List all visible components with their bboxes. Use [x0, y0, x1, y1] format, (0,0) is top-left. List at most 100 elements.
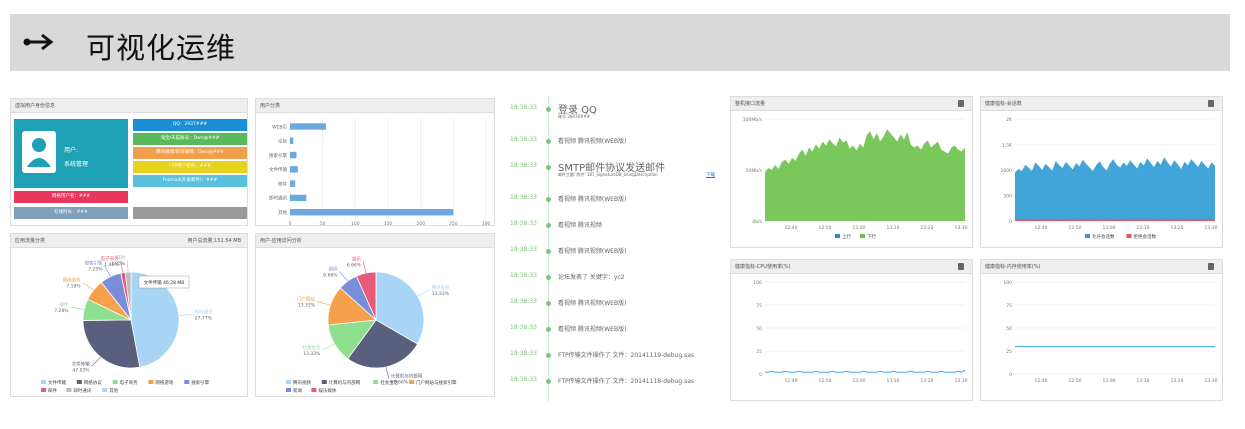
- timeline-item[interactable]: 18:38:33 FTP传输文件操作了 文件：20141118-debug.sas: [508, 372, 718, 392]
- timeline-dot: [546, 301, 551, 306]
- x-tick-label: 250: [449, 221, 458, 225]
- label-leader: [178, 314, 193, 316]
- x-tick-label: 12:40: [1035, 378, 1048, 384]
- x-tick-label: 13:00: [1103, 378, 1116, 384]
- x-tick-label: 12:40: [785, 378, 798, 384]
- session-count-panel: 健康指标-会话数 2K 1.5K 1000 500 0 12:40 12:50 13:00 13…: [980, 96, 1223, 248]
- timeline-item[interactable]: 18:38:33 看视频 腾讯视频(WEB版): [508, 294, 718, 314]
- legend-label: 门户网站与搜索引擎: [416, 379, 457, 386]
- legend-swatch: [41, 388, 46, 392]
- user-category-panel: 用户分类 0 50 100 150 200 250 300 WEB页 论坛 搜索引擎 文件传输 邮件即…: [255, 98, 495, 227]
- user-avatar: [22, 131, 56, 173]
- label-leader: [362, 261, 367, 274]
- legend-swatch: [41, 380, 46, 384]
- timeline-item[interactable]: 18:38:33 看视频 腾讯视频(WEB版): [508, 190, 718, 210]
- panel-title: 用户分类: [256, 99, 494, 113]
- settings-icon[interactable]: [1208, 263, 1214, 270]
- bar: [290, 194, 307, 202]
- y-tick-label: 2K: [1006, 117, 1013, 123]
- timeline-time: 18:38:33: [510, 376, 537, 383]
- x-tick-label: 100: [351, 221, 360, 225]
- timeline-item[interactable]: 18:38:33 看视频 腾讯视频(WEB版): [508, 320, 718, 340]
- bar: [290, 209, 454, 216]
- timeline-text: FTP传输文件操作了 文件：20141119-debug.sas: [558, 352, 694, 359]
- timeline-time: 18:38:33: [510, 194, 537, 201]
- area-series: [1015, 157, 1215, 221]
- tooltip-text: 文件传输 46.28 MB: [144, 279, 185, 286]
- label-leader: [417, 289, 430, 297]
- timeline-text: 看视频 腾讯视频(WEB版): [558, 248, 627, 255]
- y-tick-label: 0b/s: [752, 219, 762, 225]
- slice-percent: 1.95%: [111, 261, 126, 267]
- network-username[interactable]: 网络用户名：###: [14, 191, 128, 203]
- timeline-item[interactable]: 18:38:33 论坛发表了 关键字：yc2: [508, 268, 718, 288]
- account-button[interactable]: QQ：2937###: [133, 119, 247, 131]
- btn-label: QQ：2937###: [172, 122, 208, 127]
- timeline-text: FTP传输文件操作了 文件：20141118-debug.sas: [558, 378, 694, 385]
- app-pie-chart: 腾讯视频33.33%计算机与内部网26.66%社会生活13.33%门户网站13.…: [286, 255, 457, 394]
- label-leader: [82, 282, 94, 291]
- timeline-item[interactable]: 18:38:33 FTP传输文件操作了 文件：20141119-debug.sas: [508, 346, 718, 366]
- y-tick-label: 500: [1003, 194, 1012, 200]
- timeline-item[interactable]: 18:38:33 看视频 腾讯视频: [508, 216, 718, 236]
- account-button[interactable]: Foxmail(外发邮件)：###: [133, 175, 247, 187]
- timeline-subtext: 账号:28478###: [558, 114, 591, 119]
- legend-label: 电子商务: [120, 379, 138, 386]
- timeline-item[interactable]: 18:38:33 看视频 腾讯视频(WEB版): [508, 242, 718, 262]
- legend-label: 新闻: [293, 387, 302, 394]
- legend-label: 上行: [842, 233, 851, 240]
- account-button[interactable]: 淘宝/天猫账号：Dwn@###: [133, 133, 247, 145]
- traffic-category-panel: 应用流量分类 用户总流量:151.54 MB 即时通讯 27.77% 文件传输 47.…: [10, 233, 248, 397]
- x-tick-label: 13:20: [921, 378, 934, 384]
- label-leader: [322, 343, 335, 351]
- timeline-item[interactable]: 18:38:33 登录 QQ 账号:28478###: [508, 100, 718, 120]
- label-leader: [339, 271, 349, 282]
- legend-label: 搜索引擎: [191, 379, 209, 386]
- section-title: 可视化运维: [86, 31, 237, 65]
- label-leader: [316, 301, 331, 306]
- timeline-item[interactable]: 18:38:33 看视频 腾讯视频(WEB版): [508, 132, 718, 152]
- line-series: [765, 369, 966, 373]
- empty-slot: [133, 207, 247, 219]
- legend-label: 下行: [867, 233, 876, 240]
- app-access-panel: 用户-应用访问分析 腾讯视频 33.33% 计算机与内部网 26.66% 社会生活 13.…: [255, 233, 495, 397]
- panel-title: 用户-应用访问分析: [256, 234, 494, 248]
- online-duration[interactable]: 在线时长：###: [14, 207, 128, 219]
- x-tick-label: 300: [482, 221, 491, 225]
- settings-icon[interactable]: [958, 100, 964, 107]
- timeline-time: 18:38:33: [510, 136, 537, 143]
- timeline-time: 18:38:33: [510, 350, 537, 357]
- x-tick-label: 150: [384, 221, 393, 225]
- y-tick-label: 1.5K: [1002, 143, 1013, 149]
- slice-label: 网络游戏: [63, 276, 81, 283]
- download-link[interactable]: 下载: [706, 172, 715, 178]
- account-button[interactable]: FTP用户名称：###: [133, 161, 247, 173]
- label-leader: [385, 366, 390, 379]
- slice-percent: 27.77%: [195, 315, 213, 321]
- x-tick-label: 12:40: [785, 225, 798, 231]
- timeline-time: 18:38:33: [510, 246, 537, 253]
- settings-icon[interactable]: [958, 263, 964, 270]
- y-tick-label: 100: [1003, 280, 1012, 286]
- slice-label: 腾讯视频: [432, 284, 450, 291]
- timeline-dot: [546, 353, 551, 358]
- timeline-text: 看视频 腾讯视频(WEB版): [558, 326, 627, 333]
- panel-title: 健康指标-内存使用率(%): [985, 264, 1041, 270]
- timeline-dot: [546, 327, 551, 332]
- category-label: 即时通讯: [269, 195, 287, 202]
- x-tick-label: 13:30: [955, 225, 968, 231]
- timeline-item[interactable]: 18:38:33 SMTP邮件协议发送邮件 邮件主题:'附件' 187_Signat…: [508, 158, 718, 178]
- y-tick-label: 50Mb/s: [746, 168, 763, 174]
- bar: [290, 180, 296, 187]
- legend-label: 腾讯视频: [293, 379, 311, 386]
- settings-icon[interactable]: [1208, 100, 1214, 107]
- btn-label: 腾讯微博/新浪微博：Dwn@###: [156, 150, 224, 155]
- slice-percent: 7.28%: [54, 308, 69, 314]
- legend-swatch: [860, 234, 865, 238]
- x-tick-label: 13:00: [1103, 225, 1116, 231]
- cpu-usage-chart: 100 75 50 25 0 12:40 12:50 13:00 13:10 13:20 13:30: [753, 280, 967, 384]
- account-button[interactable]: 腾讯微博/新浪微博：Dwn@###: [133, 147, 247, 159]
- y-tick-label: 100Mb/s: [743, 117, 763, 123]
- bar: [290, 166, 298, 173]
- bar: [290, 137, 294, 144]
